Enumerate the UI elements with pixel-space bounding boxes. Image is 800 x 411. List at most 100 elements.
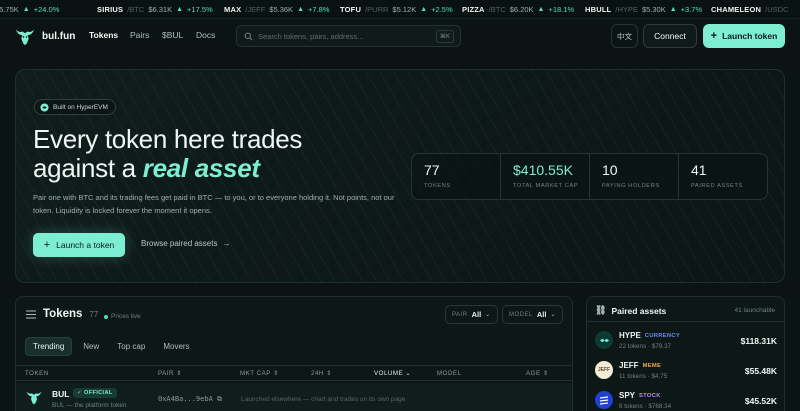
asset-row-spy[interactable]: SPY STOCK 8 tokens · $768.34 $45.52K xyxy=(587,386,784,411)
ticker-item[interactable]: PIZZA /BTC $6.20K ▲ +18.1% xyxy=(462,5,574,14)
search-box[interactable]: ⌘K xyxy=(236,25,461,47)
nav-bul[interactable]: $BUL xyxy=(162,30,183,40)
launch-token-label: Launch token xyxy=(722,31,778,41)
ticker-price: $6.20K xyxy=(509,5,534,14)
stat-value: 41 xyxy=(691,162,707,178)
ticker-item[interactable]: SIRIUS /BTC $6.31K ▲ +17.5% xyxy=(97,5,213,14)
stat-market-cap: $410.55K TOTAL MARKET CAP xyxy=(501,154,590,199)
asset-name-row: SPY STOCK xyxy=(619,391,661,400)
nav-docs[interactable]: Docs xyxy=(196,30,215,40)
asset-row-jeff[interactable]: JEFF JEFF MEME 11 tokens · $4.75 $55.48K xyxy=(587,356,784,386)
check-icon: ✓ xyxy=(77,390,83,396)
stat-label: TOTAL MARKET CAP xyxy=(513,183,579,189)
paired-assets-panel: ⛓ Paired assets 41 launchable HYPE CURRE… xyxy=(586,296,785,411)
browse-paired-assets-link[interactable]: Browse paired assets → xyxy=(141,239,230,248)
ticker-symbol: CHAMELEON xyxy=(711,5,762,14)
search-input[interactable] xyxy=(258,31,428,41)
ticker-change: +18.1% xyxy=(548,5,575,14)
ticker-change: +24.0% xyxy=(33,5,60,14)
language-toggle[interactable]: 中文 xyxy=(611,24,638,48)
top-nav: bul.fun Tokens Pairs $BUL Docs ⌘K 中文 Con… xyxy=(0,19,800,55)
tab-movers[interactable]: Movers xyxy=(156,337,196,356)
ticker-item[interactable]: HBULL /HYPE $5.30K ▲ +3.7% xyxy=(585,5,702,14)
hero-headline: Every token here trades against a real a… xyxy=(33,125,363,183)
launch-token-button[interactable]: + Launch token xyxy=(703,24,785,48)
column-pair[interactable]: PAIR ⇕ xyxy=(158,370,182,377)
address-text: 0xA4Ba...9ebA xyxy=(158,395,213,403)
ticker-price: $5.36K xyxy=(269,5,294,14)
column-24h[interactable]: 24H ⇕ xyxy=(311,370,332,377)
column-label: 24H xyxy=(311,370,324,377)
ticker-item[interactable]: TOFU /PURR $5.12K ▲ +2.5% xyxy=(340,5,453,14)
ticker-item[interactable]: CHAMELEON /USDC xyxy=(711,5,788,14)
stat-value: $410.55K xyxy=(513,162,573,178)
spy-icon xyxy=(595,391,613,409)
stat-value: 10 xyxy=(602,162,618,178)
ticker-symbol: MAX xyxy=(224,5,242,14)
tab-trending[interactable]: Trending xyxy=(25,337,73,356)
token-tabs: Trending New Top cap Movers xyxy=(25,337,197,356)
column-model[interactable]: MODEL xyxy=(437,370,462,377)
chevron-down-icon: ⌄ xyxy=(485,312,491,318)
hyperevm-icon xyxy=(40,102,49,112)
column-mkt-cap[interactable]: MKT CAP ⇕ xyxy=(240,370,279,377)
ticker-symbol: HBULL xyxy=(585,5,612,14)
copy-icon[interactable]: ⧉ xyxy=(217,395,222,403)
up-arrow-icon: ▲ xyxy=(420,6,428,13)
browse-label: Browse paired assets xyxy=(141,239,218,248)
brand-logo[interactable]: bul.fun xyxy=(14,25,75,47)
search-icon xyxy=(244,32,253,40)
column-token[interactable]: TOKEN xyxy=(25,370,49,377)
launch-a-token-button[interactable]: + Launch a token xyxy=(33,233,125,257)
asset-token-count: 22 tokens · $79.37 xyxy=(619,343,672,350)
asset-tag: STOCK xyxy=(639,392,661,399)
official-label: OFFICIAL xyxy=(84,390,113,396)
table-row[interactable]: BUL ✓ OFFICIAL BUL — the platform token 0… xyxy=(16,383,572,411)
tokens-panel: Tokens 77 Prices live PAIR All ⌄ MODEL A… xyxy=(15,296,573,411)
filter-label: MODEL xyxy=(509,311,533,318)
nav-pairs[interactable]: Pairs xyxy=(130,30,149,40)
asset-token-count: 11 tokens · $4.75 xyxy=(619,373,668,380)
launchable-count: 41 launchable xyxy=(734,307,775,314)
model-filter-select[interactable]: MODEL All ⌄ xyxy=(502,305,563,324)
asset-value: $55.48K xyxy=(744,366,777,376)
column-volume[interactable]: VOLUME ⌄ xyxy=(374,370,411,377)
sort-icon: ⇕ xyxy=(176,370,182,377)
hype-icon xyxy=(595,331,613,349)
tab-top-cap[interactable]: Top cap xyxy=(110,337,152,356)
asset-value: $118.31K xyxy=(740,336,777,346)
up-arrow-icon: ▲ xyxy=(22,6,30,13)
official-badge: ✓ OFFICIAL xyxy=(73,388,117,398)
chevron-down-icon: ⌄ xyxy=(550,312,556,318)
column-age[interactable]: AGE ⇕ xyxy=(526,370,549,377)
price-ticker: $5.75K ▲ +24.0% SIRIUS /BTC $6.31K ▲ +17… xyxy=(0,0,800,19)
table-header: TOKEN PAIR ⇕ MKT CAP ⇕ 24H ⇕ VOLUME ⌄ MO… xyxy=(16,365,572,381)
bull-logo-icon xyxy=(15,29,35,46)
nav-tokens[interactable]: Tokens xyxy=(89,30,118,40)
pair-filter-select[interactable]: PAIR All ⌄ xyxy=(445,305,498,324)
column-label: AGE xyxy=(526,370,541,377)
tab-new[interactable]: New xyxy=(76,337,106,356)
sort-icon: ⇕ xyxy=(542,370,549,377)
ticker-price: $6.31K xyxy=(148,5,173,14)
connect-button[interactable]: Connect xyxy=(643,24,697,48)
column-label: PAIR xyxy=(158,370,174,377)
ticker-item[interactable]: MAX /JEFF $5.36K ▲ +7.8% xyxy=(224,5,329,14)
ticker-price: $5.12K xyxy=(392,5,417,14)
filter-value: All xyxy=(471,310,482,319)
asset-name: JEFF xyxy=(619,361,639,370)
ticker-change: +17.5% xyxy=(187,5,213,14)
token-address[interactable]: 0xA4Ba...9ebA ⧉ xyxy=(158,395,222,404)
up-arrow-icon: ▲ xyxy=(297,6,304,13)
asset-row-hype[interactable]: HYPE CURRENCY 22 tokens · $79.37 $118.31… xyxy=(587,326,784,356)
ticker-item[interactable]: $5.75K ▲ +24.0% xyxy=(0,5,59,14)
token-subtitle: BUL — the platform token xyxy=(52,402,127,409)
stat-paired-assets: 41 PAIRED ASSETS xyxy=(679,154,767,199)
stat-label: PAYING HOLDERS xyxy=(602,183,660,189)
tokens-title: Tokens 77 xyxy=(26,308,98,320)
tokens-heading: Tokens xyxy=(43,308,83,320)
chevron-down-icon: ⌄ xyxy=(405,370,412,377)
sort-icon: ⇕ xyxy=(326,370,332,377)
up-arrow-icon: ▲ xyxy=(669,6,677,13)
up-arrow-icon: ▲ xyxy=(176,6,184,13)
